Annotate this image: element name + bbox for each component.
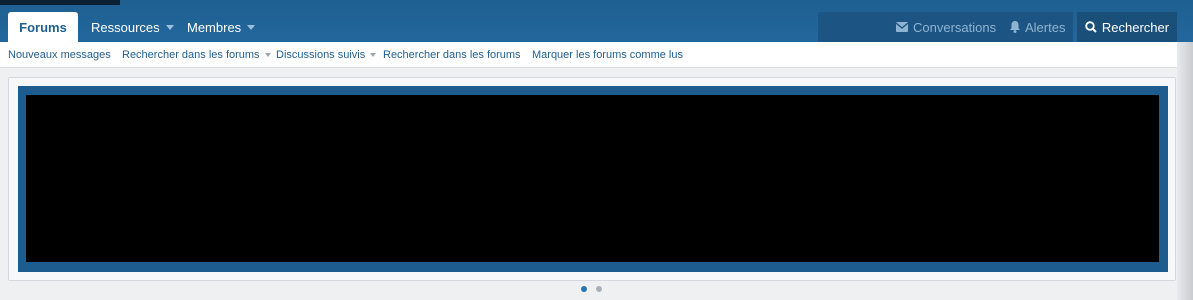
subnav-search-forums-label: Rechercher dans les forums <box>122 49 260 61</box>
search-label: Rechercher <box>1101 19 1170 35</box>
subnav-search-forums-label-2: Rechercher dans les forums <box>383 49 521 61</box>
subnav-search-forums-dropdown[interactable]: Rechercher dans les forums <box>122 42 271 68</box>
subnav-mark-read[interactable]: Marquer les forums comme lus <box>532 42 683 68</box>
subnav-watched-threads[interactable]: Discussions suivis <box>276 42 377 68</box>
tab-forums[interactable]: Forums <box>8 12 78 42</box>
carousel-dot-1[interactable] <box>581 286 587 292</box>
alerts-label: Alertes <box>1025 19 1066 35</box>
scrollbar-track[interactable] <box>1177 42 1193 300</box>
tab-ressources[interactable]: Ressources <box>91 12 174 42</box>
search-icon <box>1085 21 1097 33</box>
chevron-down-icon[interactable] <box>165 24 174 30</box>
top-navigation-bar: Forums Ressources Membres Conversations … <box>0 0 1193 42</box>
tab-membres[interactable]: Membres <box>187 12 256 42</box>
chevron-down-icon[interactable] <box>264 53 271 57</box>
tab-ressources-label: Ressources <box>91 19 160 35</box>
conversations-label: Conversations <box>913 19 997 35</box>
header-edge-strip <box>0 0 120 5</box>
subnav-new-posts[interactable]: Nouveaux messages <box>8 42 111 68</box>
carousel-dot-2[interactable] <box>596 286 602 292</box>
chevron-down-icon[interactable] <box>370 53 377 57</box>
alerts-link[interactable]: Alertes <box>1010 12 1065 42</box>
search-button[interactable]: Rechercher <box>1077 12 1177 42</box>
envelope-icon <box>896 22 908 32</box>
tab-membres-label: Membres <box>187 19 242 35</box>
conversations-link[interactable]: Conversations <box>896 12 996 42</box>
subnav-new-posts-label: Nouveaux messages <box>8 49 111 61</box>
subnav-search-forums[interactable]: Rechercher dans les forums <box>383 42 521 68</box>
subnav-mark-read-label: Marquer les forums comme lus <box>532 49 683 61</box>
banner-slide-image[interactable] <box>26 95 1159 262</box>
subnav-watched-threads-label: Discussions suivis <box>276 49 366 61</box>
tab-forums-label: Forums <box>19 19 67 35</box>
sub-navigation: Nouveaux messages Rechercher dans les fo… <box>0 42 1193 68</box>
chevron-down-icon[interactable] <box>247 24 256 30</box>
bell-icon <box>1010 21 1020 33</box>
